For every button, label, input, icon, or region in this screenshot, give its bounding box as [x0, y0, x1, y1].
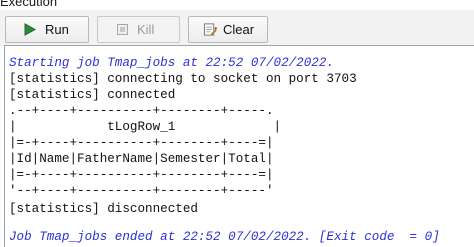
play-icon: [23, 23, 37, 37]
table-border-top: .--+----+----------+--------+-----.: [9, 104, 274, 118]
table-separator: |=-+----+----------+--------+----=|: [9, 168, 274, 182]
clear-button[interactable]: Clear: [188, 16, 268, 43]
clear-console-icon: [203, 23, 217, 37]
console-line-disconnected: [statistics] disconnected: [9, 202, 198, 216]
console-line-connecting: [statistics] connecting to socket on por…: [9, 72, 357, 86]
clear-label: Clear: [223, 22, 255, 37]
console-line-start: Starting job Tmap_jobs at 22:52 07/02/20…: [9, 56, 334, 70]
table-title-row: | tLogRow_1 |: [9, 120, 282, 134]
execution-toolbar: Run Kill Clear: [0, 10, 474, 46]
table-border-bottom: '--+----+----------+--------+-----': [9, 184, 274, 198]
table-header-row: |Id|Name|FatherName|Semester|Total|: [9, 152, 274, 166]
stop-icon: [115, 23, 129, 37]
table-separator: |=-+----+----------+--------+----=|: [9, 136, 274, 150]
kill-label: Kill: [137, 22, 155, 37]
run-label: Run: [45, 22, 69, 37]
console-line-connected: [statistics] connected: [9, 88, 176, 102]
run-button[interactable]: Run: [5, 16, 89, 43]
console-output[interactable]: Starting job Tmap_jobs at 22:52 07/02/20…: [4, 45, 474, 247]
panel-title: Execution: [0, 0, 58, 9]
kill-button[interactable]: Kill: [97, 16, 180, 43]
console-line-ended: Job Tmap_jobs ended at 22:52 07/02/2022.…: [9, 230, 440, 244]
